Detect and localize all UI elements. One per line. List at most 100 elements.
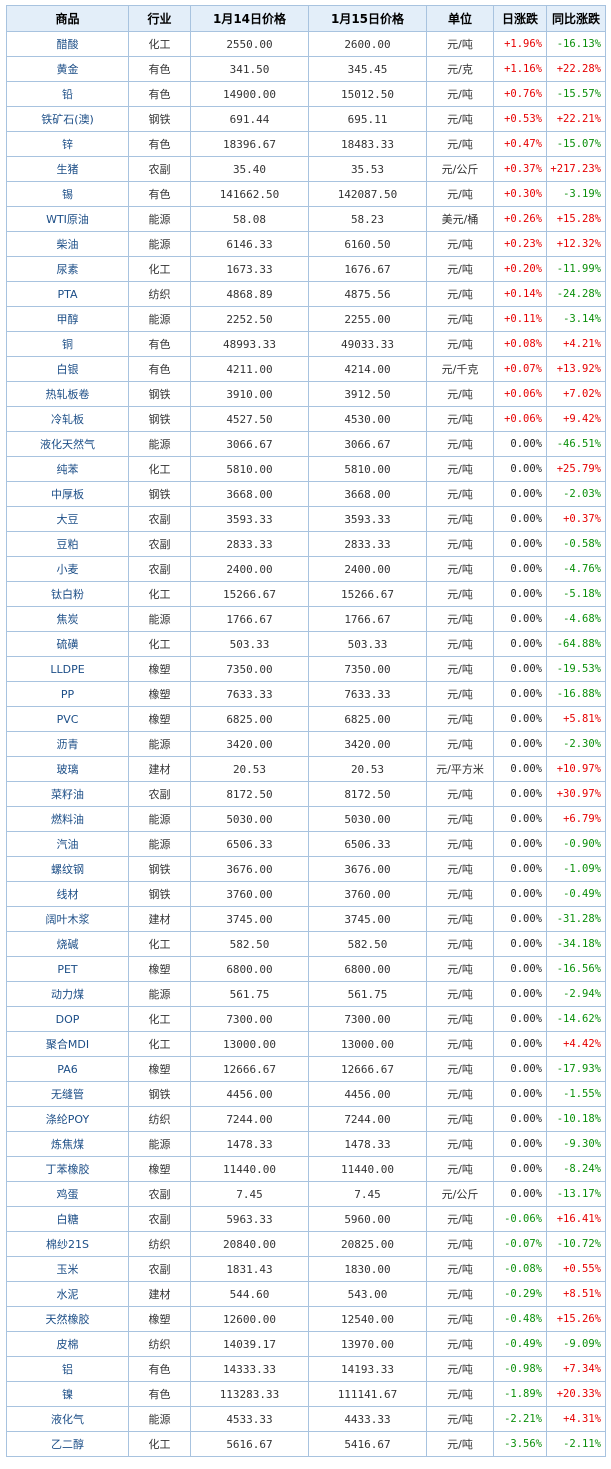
yoy-change-cell: -3.19% bbox=[546, 181, 606, 207]
commodity-link[interactable]: 尿素 bbox=[57, 263, 79, 276]
price-jan14-cell: 7633.33 bbox=[190, 681, 309, 707]
unit-cell: 元/吨 bbox=[426, 1306, 494, 1332]
commodity-link[interactable]: 炼焦煤 bbox=[51, 1138, 84, 1151]
commodity-link[interactable]: 铝 bbox=[62, 1363, 73, 1376]
commodity-link[interactable]: 液化天然气 bbox=[40, 438, 95, 451]
commodity-link[interactable]: 焦炭 bbox=[57, 613, 79, 626]
commodity-link[interactable]: 醋酸 bbox=[57, 38, 79, 51]
header-industry: 行业 bbox=[128, 5, 191, 32]
price-jan14-cell: 2252.50 bbox=[190, 306, 309, 332]
commodity-link[interactable]: 涤纶POY bbox=[46, 1113, 89, 1126]
industry-cell: 橡塑 bbox=[128, 1306, 191, 1332]
daily-change-cell: +0.23% bbox=[493, 231, 547, 257]
commodity-link[interactable]: 钛白粉 bbox=[51, 588, 84, 601]
commodity-link[interactable]: 铅 bbox=[62, 88, 73, 101]
industry-cell: 有色 bbox=[128, 56, 191, 82]
commodity-link[interactable]: 铁矿石(澳) bbox=[41, 113, 94, 126]
commodity-link[interactable]: 纯苯 bbox=[57, 463, 79, 476]
commodity-link[interactable]: 皮棉 bbox=[57, 1338, 79, 1351]
price-jan14-cell: 8172.50 bbox=[190, 781, 309, 807]
yoy-change-cell: +10.97% bbox=[546, 756, 606, 782]
yoy-change-cell: +4.42% bbox=[546, 1031, 606, 1057]
commodity-link[interactable]: 聚合MDI bbox=[46, 1038, 89, 1051]
commodity-link[interactable]: 鸡蛋 bbox=[57, 1188, 79, 1201]
unit-cell: 元/吨 bbox=[426, 1056, 494, 1082]
commodity-name: 冷轧板 bbox=[6, 406, 129, 432]
price-jan14-cell: 11440.00 bbox=[190, 1156, 309, 1182]
commodity-link[interactable]: PP bbox=[61, 688, 74, 701]
commodity-link[interactable]: 烧碱 bbox=[57, 938, 79, 951]
commodity-name: 线材 bbox=[6, 881, 129, 907]
commodity-link[interactable]: 中厚板 bbox=[51, 488, 84, 501]
commodity-link[interactable]: 锡 bbox=[62, 188, 73, 201]
commodity-link[interactable]: 热轧板卷 bbox=[46, 388, 90, 401]
commodity-link[interactable]: 小麦 bbox=[57, 563, 79, 576]
commodity-link[interactable]: LLDPE bbox=[50, 663, 84, 676]
yoy-change-cell: +20.33% bbox=[546, 1381, 606, 1407]
commodity-link[interactable]: 线材 bbox=[57, 888, 79, 901]
commodity-link[interactable]: 液化气 bbox=[51, 1413, 84, 1426]
daily-change-cell: 0.00% bbox=[493, 606, 547, 632]
commodity-link[interactable]: 棉纱21S bbox=[46, 1238, 89, 1251]
commodity-link[interactable]: 玉米 bbox=[57, 1263, 79, 1276]
commodity-link[interactable]: 大豆 bbox=[57, 513, 79, 526]
industry-cell: 钢铁 bbox=[128, 481, 191, 507]
commodity-link[interactable]: 无缝管 bbox=[51, 1088, 84, 1101]
commodity-link[interactable]: DOP bbox=[56, 1013, 80, 1026]
price-jan14-cell: 6506.33 bbox=[190, 831, 309, 857]
commodity-link[interactable]: 水泥 bbox=[57, 1288, 79, 1301]
daily-change-cell: 0.00% bbox=[493, 956, 547, 982]
commodity-link[interactable]: 螺纹钢 bbox=[51, 863, 84, 876]
commodity-link[interactable]: 阔叶木浆 bbox=[46, 913, 90, 926]
commodity-link[interactable]: 甲醇 bbox=[57, 313, 79, 326]
commodity-link[interactable]: PA6 bbox=[57, 1063, 77, 1076]
commodity-link[interactable]: 锌 bbox=[62, 138, 73, 151]
commodity-link[interactable]: 黄金 bbox=[57, 63, 79, 76]
price-jan14-cell: 6800.00 bbox=[190, 956, 309, 982]
commodity-link[interactable]: 白银 bbox=[57, 363, 79, 376]
unit-cell: 元/吨 bbox=[426, 1106, 494, 1132]
daily-change-cell: -0.98% bbox=[493, 1356, 547, 1382]
commodity-link[interactable]: 乙二醇 bbox=[51, 1438, 84, 1451]
commodity-link[interactable]: 硫磺 bbox=[57, 638, 79, 651]
commodity-link[interactable]: 铜 bbox=[62, 338, 73, 351]
commodity-link[interactable]: 镍 bbox=[62, 1388, 73, 1401]
commodity-link[interactable]: 丁苯橡胶 bbox=[46, 1163, 90, 1176]
industry-cell: 化工 bbox=[128, 31, 191, 57]
commodity-link[interactable]: 白糖 bbox=[57, 1213, 79, 1226]
commodity-link[interactable]: 冷轧板 bbox=[51, 413, 84, 426]
yoy-change-cell: -9.09% bbox=[546, 1331, 606, 1357]
unit-cell: 元/吨 bbox=[426, 981, 494, 1007]
price-jan15-cell: 3676.00 bbox=[308, 856, 427, 882]
commodity-link[interactable]: 生猪 bbox=[57, 163, 79, 176]
daily-change-cell: 0.00% bbox=[493, 756, 547, 782]
commodity-link[interactable]: PVC bbox=[57, 713, 79, 726]
commodity-name: 钛白粉 bbox=[6, 581, 129, 607]
commodity-link[interactable]: 沥青 bbox=[57, 738, 79, 751]
daily-change-cell: 0.00% bbox=[493, 631, 547, 657]
commodity-link[interactable]: 豆粕 bbox=[57, 538, 79, 551]
yoy-change-cell: +15.28% bbox=[546, 206, 606, 232]
industry-cell: 纺织 bbox=[128, 1331, 191, 1357]
unit-cell: 元/公斤 bbox=[426, 1181, 494, 1207]
price-jan14-cell: 561.75 bbox=[190, 981, 309, 1007]
commodity-link[interactable]: 柴油 bbox=[57, 238, 79, 251]
commodity-link[interactable]: WTI原油 bbox=[46, 213, 89, 226]
commodity-link[interactable]: 天然橡胶 bbox=[46, 1313, 90, 1326]
yoy-change-cell: +12.32% bbox=[546, 231, 606, 257]
commodity-link[interactable]: 玻璃 bbox=[57, 763, 79, 776]
commodity-link[interactable]: 动力煤 bbox=[51, 988, 84, 1001]
unit-cell: 元/吨 bbox=[426, 1331, 494, 1357]
daily-change-cell: +0.06% bbox=[493, 381, 547, 407]
table-row: 硫磺 化工 503.33 503.33 元/吨 0.00% -64.88% bbox=[6, 631, 606, 657]
table-container: 商品 行业 1月14日价格 1月15日价格 单位 日涨跌 同比涨跌 醋酸 化工 25… bbox=[0, 0, 611, 1457]
commodity-link[interactable]: 燃料油 bbox=[51, 813, 84, 826]
commodity-link[interactable]: PTA bbox=[57, 288, 77, 301]
commodity-link[interactable]: 菜籽油 bbox=[51, 788, 84, 801]
commodity-link[interactable]: PET bbox=[57, 963, 77, 976]
price-jan15-cell: 503.33 bbox=[308, 631, 427, 657]
price-jan14-cell: 6825.00 bbox=[190, 706, 309, 732]
commodity-link[interactable]: 汽油 bbox=[57, 838, 79, 851]
unit-cell: 元/吨 bbox=[426, 1381, 494, 1407]
price-jan14-cell: 7350.00 bbox=[190, 656, 309, 682]
